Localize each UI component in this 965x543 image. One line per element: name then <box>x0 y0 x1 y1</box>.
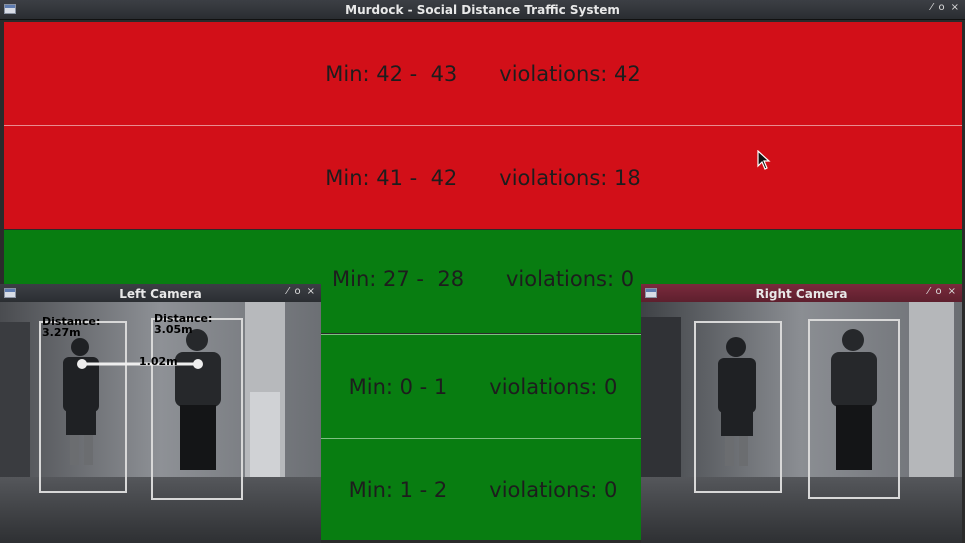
window-menu-icon[interactable] <box>4 288 16 298</box>
window-controls: ⁄ o × <box>931 2 959 13</box>
right-camera-titlebar[interactable]: Right Camera ⁄ o × <box>641 284 962 304</box>
resize-icon[interactable]: ⁄ <box>931 2 933 13</box>
resize-icon[interactable]: ⁄ <box>287 286 289 297</box>
floor <box>0 477 321 543</box>
left-camera-titlebar[interactable]: Left Camera ⁄ o × <box>0 284 321 304</box>
close-icon[interactable]: × <box>951 2 959 13</box>
right-camera-title: Right Camera <box>755 286 848 301</box>
window-controls: ⁄ o × <box>928 286 956 297</box>
min-range: Min: 27 - 28 <box>332 267 465 291</box>
maximize-icon[interactable]: o <box>294 286 300 297</box>
min-range: Min: 1 - 2 <box>348 477 448 502</box>
distance-value-right: 3.05m <box>154 323 193 336</box>
separation-label: 1.02m <box>139 355 178 368</box>
doorway <box>0 322 30 492</box>
cabinet <box>250 392 280 482</box>
mouse-cursor-icon <box>757 150 771 170</box>
window-menu-icon[interactable] <box>645 288 657 298</box>
min-range: Min: 42 - 43 <box>325 61 458 86</box>
maximize-icon[interactable]: o <box>938 2 944 13</box>
centroid-right <box>193 359 203 369</box>
traffic-row-2: Min: 41 - 42 violations: 18 <box>4 126 962 229</box>
violations-count: violations: 0 <box>489 477 618 502</box>
right-camera-window: Right Camera ⁄ o × <box>641 284 962 543</box>
window-menu-icon[interactable] <box>4 4 16 14</box>
floor <box>641 477 962 543</box>
doorway <box>641 317 681 487</box>
violations-count: violations: 18 <box>499 165 641 190</box>
close-icon[interactable]: × <box>948 286 956 297</box>
violations-count: violations: 0 <box>489 374 618 399</box>
resize-icon[interactable]: ⁄ <box>928 286 930 297</box>
centroid-left <box>77 359 87 369</box>
door-frame <box>909 302 954 482</box>
left-camera-feed: Distance: 3.27m Distance: 3.05m 1.02m <box>0 302 321 543</box>
main-titlebar[interactable]: Murdock - Social Distance Traffic System… <box>0 0 965 20</box>
distance-value-left: 3.27m <box>42 326 81 339</box>
violations-count: violations: 0 <box>506 267 635 291</box>
violations-count: violations: 42 <box>499 61 641 86</box>
main-window-title: Murdock - Social Distance Traffic System <box>345 2 620 17</box>
maximize-icon[interactable]: o <box>935 286 941 297</box>
min-range: Min: 0 - 1 <box>348 374 448 399</box>
left-camera-window: Left Camera ⁄ o × Distance: 3.27m Distan… <box>0 284 321 543</box>
traffic-row-1: Min: 42 - 43 violations: 42 <box>4 22 962 125</box>
min-range: Min: 41 - 42 <box>325 165 458 190</box>
close-icon[interactable]: × <box>307 286 315 297</box>
left-camera-title: Left Camera <box>119 286 202 301</box>
right-camera-feed <box>641 302 962 543</box>
window-controls: ⁄ o × <box>287 286 315 297</box>
